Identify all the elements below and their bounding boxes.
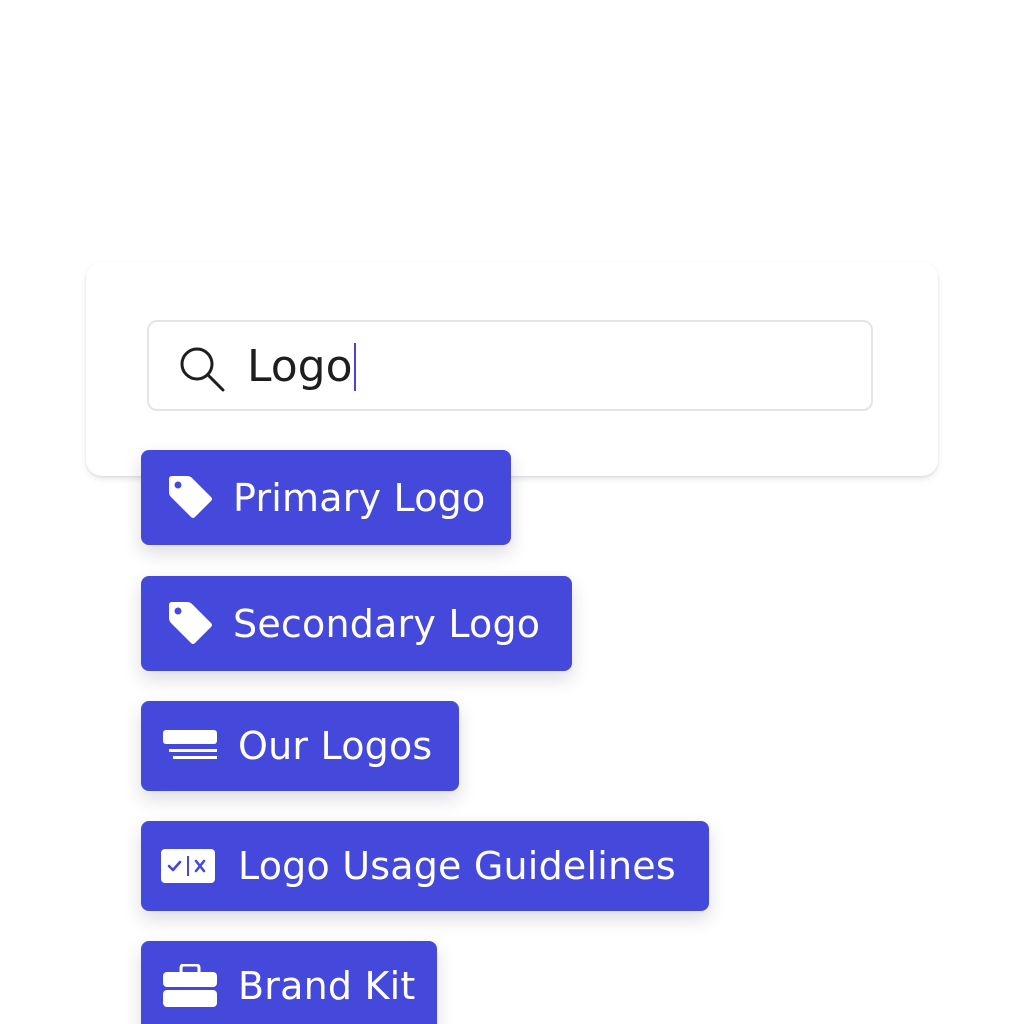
result-label: Secondary Logo <box>233 602 541 646</box>
search-card: Logo <box>86 262 938 476</box>
search-icon <box>180 347 225 392</box>
result-label: Brand Kit <box>238 964 416 1008</box>
result-logo-usage-guidelines[interactable]: Logo Usage Guidelines <box>141 821 709 911</box>
text-caret <box>353 343 356 391</box>
tag-icon <box>165 576 215 671</box>
result-our-logos[interactable]: Our Logos <box>141 701 459 791</box>
result-brand-kit[interactable]: Brand Kit <box>141 941 437 1024</box>
result-label: Our Logos <box>238 724 433 768</box>
stacked-lines-icon <box>163 701 217 791</box>
result-secondary-logo[interactable]: Secondary Logo <box>141 576 572 671</box>
search-query: Logo <box>247 341 353 392</box>
search-box[interactable]: Logo <box>147 320 873 411</box>
briefcase-icon <box>163 941 217 1024</box>
search-input[interactable]: Logo <box>247 336 356 398</box>
stage: Logo Primary Logo Secondary Logo Our Log… <box>0 0 1024 1024</box>
tag-icon <box>165 450 215 545</box>
result-label: Primary Logo <box>233 476 486 520</box>
result-label: Logo Usage Guidelines <box>238 844 676 888</box>
result-primary-logo[interactable]: Primary Logo <box>141 450 511 545</box>
do-dont-icon <box>161 821 215 911</box>
